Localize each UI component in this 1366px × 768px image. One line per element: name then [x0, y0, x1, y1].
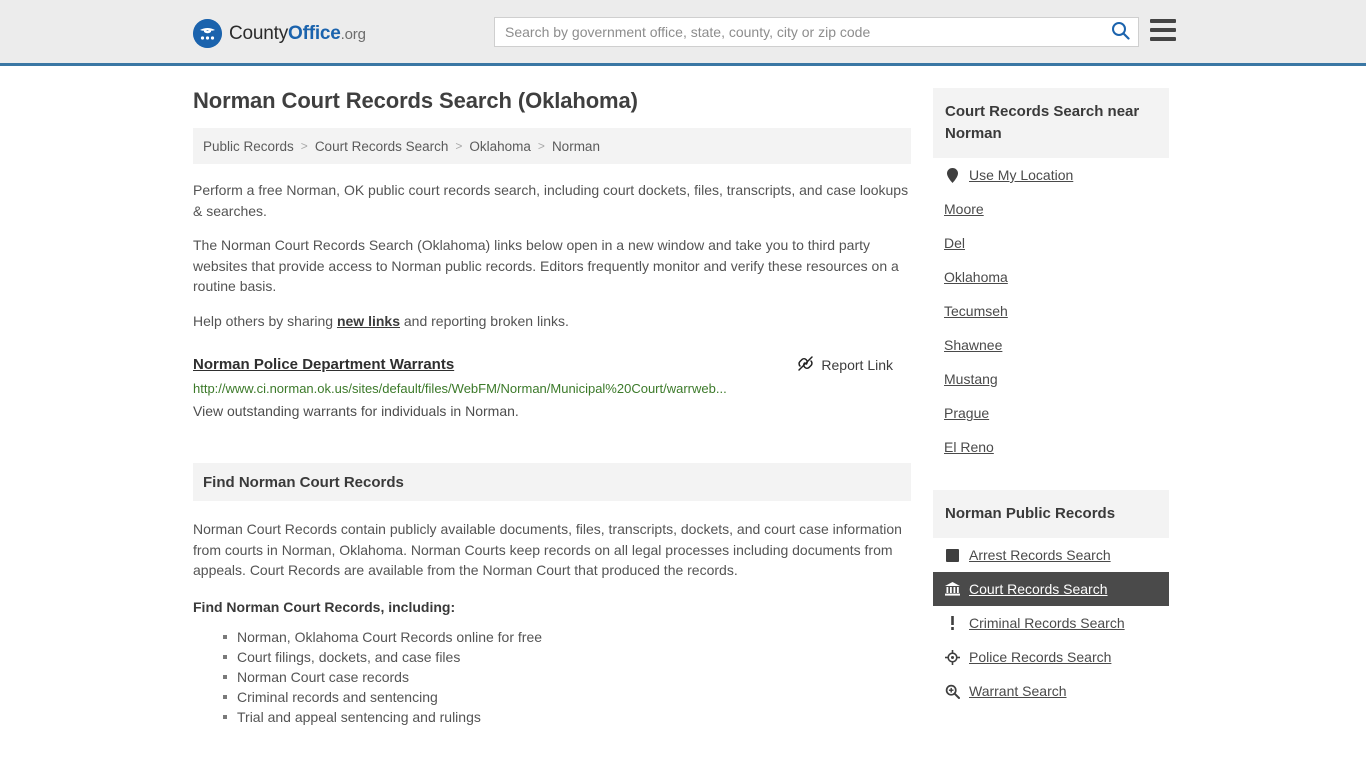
find-records-section: Find Norman Court Records Norman Court R…: [193, 463, 911, 727]
police-badge-icon: [944, 649, 960, 665]
main-content: Norman Court Records Search (Oklahoma) P…: [193, 88, 911, 727]
exclamation-icon: [944, 615, 960, 631]
sidebar-item-label: Arrest Records Search: [969, 547, 1111, 563]
records-bullet-list: Norman, Oklahoma Court Records online fo…: [193, 627, 911, 727]
public-records-list: Arrest Records Search Court Records Sear…: [933, 538, 1169, 708]
courthouse-icon: [944, 581, 960, 597]
sidebar-item-arrest-records-search[interactable]: Arrest Records Search: [933, 538, 1169, 572]
sidebar-item-label: Warrant Search: [969, 683, 1067, 699]
fingerprint-square-icon: [944, 547, 960, 563]
sidebar-item-police-records-search[interactable]: Police Records Search: [933, 640, 1169, 674]
hamburger-bar: [1150, 19, 1176, 23]
search-bar[interactable]: [494, 17, 1139, 47]
search-button[interactable]: [1102, 18, 1138, 46]
breadcrumb-item-oklahoma[interactable]: Oklahoma: [469, 139, 531, 154]
intro-paragraph-1: Perform a free Norman, OK public court r…: [193, 182, 909, 219]
report-link-button[interactable]: Report Link: [797, 355, 911, 375]
eagle-seal-icon: [193, 19, 222, 48]
list-item: Court filings, dockets, and case files: [223, 647, 911, 667]
sidebar-item-criminal-records-search[interactable]: Criminal Records Search: [933, 606, 1169, 640]
search-icon: [1111, 21, 1130, 43]
breadcrumb-separator: >: [537, 139, 545, 153]
sidebar-item-label: Criminal Records Search: [969, 615, 1125, 631]
sidebar-city-tecumseh[interactable]: Tecumseh: [933, 294, 1169, 328]
logo-text-county: County: [229, 22, 289, 44]
sidebar-city-el-reno[interactable]: El Reno: [933, 430, 1169, 464]
result-item: Norman Police Department Warrants Report…: [193, 355, 911, 421]
intro-paragraph-3-before: Help others by sharing: [193, 312, 337, 329]
result-url: http://www.ci.norman.ok.us/sites/default…: [193, 381, 727, 396]
site-logo[interactable]: CountyOffice.org: [193, 19, 366, 48]
hamburger-bar: [1150, 28, 1176, 32]
breadcrumb: Public Records > Court Records Search > …: [193, 128, 911, 164]
broken-link-icon: [797, 355, 814, 375]
breadcrumb-item-public-records[interactable]: Public Records: [203, 139, 294, 154]
search-input[interactable]: [495, 18, 1102, 46]
public-records-panel: Norman Public Records Arrest Records Sea…: [933, 490, 1169, 708]
map-pin-icon: [944, 167, 960, 183]
magnifier-plus-icon: [944, 683, 960, 699]
list-item: Norman Court case records: [223, 667, 911, 687]
sidebar-item-warrant-search[interactable]: Warrant Search: [933, 674, 1169, 708]
list-item: Norman, Oklahoma Court Records online fo…: [223, 627, 911, 647]
result-title-link[interactable]: Norman Police Department Warrants: [193, 355, 454, 375]
nearby-list: Use My Location Moore Del Oklahoma Tecum…: [933, 158, 1169, 464]
section-heading: Find Norman Court Records: [193, 463, 911, 501]
sidebar-city-moore[interactable]: Moore: [933, 192, 1169, 226]
breadcrumb-separator: >: [300, 139, 308, 153]
site-header: CountyOffice.org: [0, 0, 1366, 66]
use-my-location-link[interactable]: Use My Location: [933, 158, 1169, 192]
sidebar: Court Records Search near Norman Use My …: [933, 88, 1169, 727]
sidebar-item-label: Police Records Search: [969, 649, 1112, 665]
intro-paragraph-3: Help others by sharing new links and rep…: [193, 311, 911, 332]
sidebar-city-mustang[interactable]: Mustang: [933, 362, 1169, 396]
result-description: View outstanding warrants for individual…: [193, 403, 519, 419]
page-body: Norman Court Records Search (Oklahoma) P…: [0, 66, 1366, 727]
logo-text-office: Office: [288, 22, 341, 44]
nearby-panel: Court Records Search near Norman Use My …: [933, 88, 1169, 464]
breadcrumb-separator: >: [455, 139, 463, 153]
nearby-panel-heading: Court Records Search near Norman: [933, 88, 1169, 158]
sidebar-city-del[interactable]: Del: [933, 226, 1169, 260]
page-title: Norman Court Records Search (Oklahoma): [193, 88, 638, 113]
sidebar-city-oklahoma[interactable]: Oklahoma: [933, 260, 1169, 294]
section-list-intro: Find Norman Court Records, including:: [193, 598, 456, 615]
public-records-heading: Norman Public Records: [933, 490, 1169, 538]
logo-text-org: .org: [340, 25, 366, 43]
breadcrumb-item-court-records-search[interactable]: Court Records Search: [315, 139, 449, 154]
hamburger-menu-icon[interactable]: [1150, 19, 1176, 41]
sidebar-item-court-records-search[interactable]: Court Records Search: [933, 572, 1169, 606]
logo-text: CountyOffice.org: [229, 23, 366, 45]
intro-paragraph-2: The Norman Court Records Search (Oklahom…: [193, 237, 899, 294]
use-my-location-label: Use My Location: [969, 167, 1074, 183]
new-links-link[interactable]: new links: [337, 313, 400, 329]
sidebar-city-prague[interactable]: Prague: [933, 396, 1169, 430]
report-link-label: Report Link: [821, 357, 893, 373]
list-item: Trial and appeal sentencing and rulings: [223, 707, 911, 727]
sidebar-city-shawnee[interactable]: Shawnee: [933, 328, 1169, 362]
list-item: Criminal records and sentencing: [223, 687, 911, 707]
intro-paragraph-3-after: and reporting broken links.: [400, 312, 569, 329]
breadcrumb-item-norman[interactable]: Norman: [552, 139, 600, 154]
hamburger-bar: [1150, 37, 1176, 41]
sidebar-item-label: Court Records Search: [969, 581, 1108, 597]
section-paragraph: Norman Court Records contain publicly av…: [193, 521, 902, 578]
